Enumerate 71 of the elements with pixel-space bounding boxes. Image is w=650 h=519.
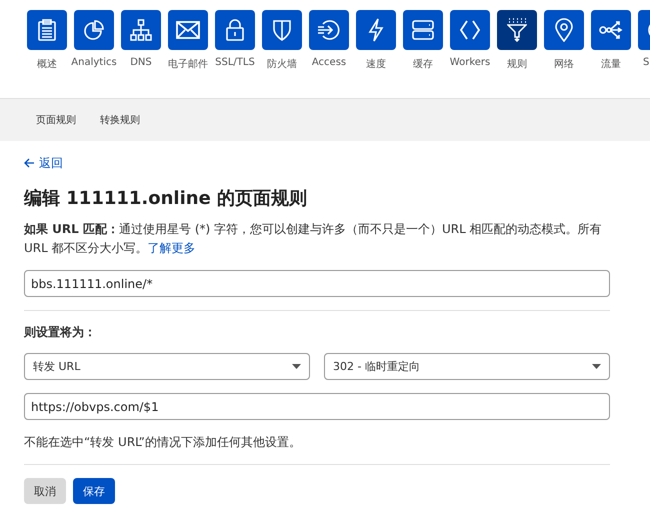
nav-item[interactable]: 防火墙 [262,10,302,88]
nav-label: 网络 [554,58,574,71]
nav-label: S [643,57,650,68]
nav-label: 电子邮件 [168,58,208,71]
chevrons-icon [459,20,481,40]
nav-item[interactable]: Access [309,10,349,88]
server-icon [412,20,434,40]
nav-label: DNS [130,57,152,68]
nav-label: 缓存 [413,58,433,71]
nav-tile[interactable] [121,10,161,50]
nav-label: Workers [450,57,490,68]
learn-more-link[interactable]: 了解更多 [148,241,196,255]
dropdown-caret-icon [592,364,601,369]
nav-tile[interactable] [450,10,490,50]
destination-url-input[interactable]: https://obvps.com/$1 [24,393,610,420]
nav-item[interactable]: Workers [450,10,490,88]
nav-tile[interactable] [309,10,349,50]
nav-item[interactable]: 规则 [497,10,537,88]
lightning-icon [368,18,384,42]
nav-label: 流量 [601,58,621,71]
nav-tile[interactable] [497,10,537,50]
envelope-icon [176,21,200,39]
enter-arrow-icon [317,19,341,41]
nav-tile[interactable] [403,10,443,50]
nav-tile[interactable] [168,10,208,50]
nav-label: SSL/TLS [215,57,255,68]
nav-label: 防火墙 [267,58,297,71]
settings-label: 则设置将为： [24,324,97,341]
nav-item[interactable]: 电子邮件 [168,10,208,88]
pie-chart-icon [83,19,105,41]
nav-tile[interactable] [74,10,114,50]
nav-label: 规则 [507,58,527,71]
nav-item[interactable]: 流量 [591,10,631,88]
url-pattern-input[interactable]: bbs.111111.online/* [24,270,610,297]
branching-arrows-icon [599,20,623,40]
page-title: 编辑 111111.online 的页面规则 [24,187,308,210]
padlock-icon [226,19,244,41]
nav-tile[interactable] [27,10,67,50]
shield-icon [273,19,291,41]
subnav-tab[interactable]: 页面规则 [36,113,76,127]
cancel-button[interactable]: 取消 [24,478,66,504]
match-description: 如果 URL 匹配：通过使用星号 (*) 字符，您可以创建与许多（而不只是一个）URL 相匹配的动态模式。所有 URL 都不区分大小写。了解更多 [24,221,603,257]
nav-item[interactable]: Analytics [74,10,114,88]
nav-label: Analytics [71,57,117,68]
nav-tile[interactable] [215,10,255,50]
left-arrow-icon [24,158,35,168]
hierarchy-icon [130,19,152,41]
nav-item[interactable]: DNS [121,10,161,88]
nav-item[interactable]: 速度 [356,10,396,88]
nav-label: 速度 [366,58,386,71]
settings-note: 不能在选中“转发 URL”的情况下添加任何其他设置。 [24,434,302,451]
nav-item[interactable]: 缓存 [403,10,443,88]
nav-item[interactable]: S [638,10,650,88]
setting-dropdown[interactable]: 转发 URL [24,353,310,380]
nav-tile[interactable] [356,10,396,50]
nav-item[interactable]: 网络 [544,10,584,88]
nav-tile[interactable] [262,10,302,50]
funnel-icon [507,18,527,42]
dropdown-caret-icon [292,364,301,369]
nav-item[interactable]: 概述 [27,10,67,88]
subnav-tab[interactable]: 转换规则 [100,113,140,127]
nav-tile[interactable] [544,10,584,50]
status-code-dropdown[interactable]: 302 - 临时重定向 [324,353,610,380]
map-pin-icon [555,18,573,42]
nav-label: Access [312,57,346,68]
save-button[interactable]: 保存 [73,478,115,504]
clipboard-icon [38,19,56,41]
back-link[interactable]: 返回 [24,154,63,172]
nav-item[interactable]: SSL/TLS [215,10,255,88]
nav-label: 概述 [37,58,57,71]
nav-tile[interactable] [591,10,631,50]
